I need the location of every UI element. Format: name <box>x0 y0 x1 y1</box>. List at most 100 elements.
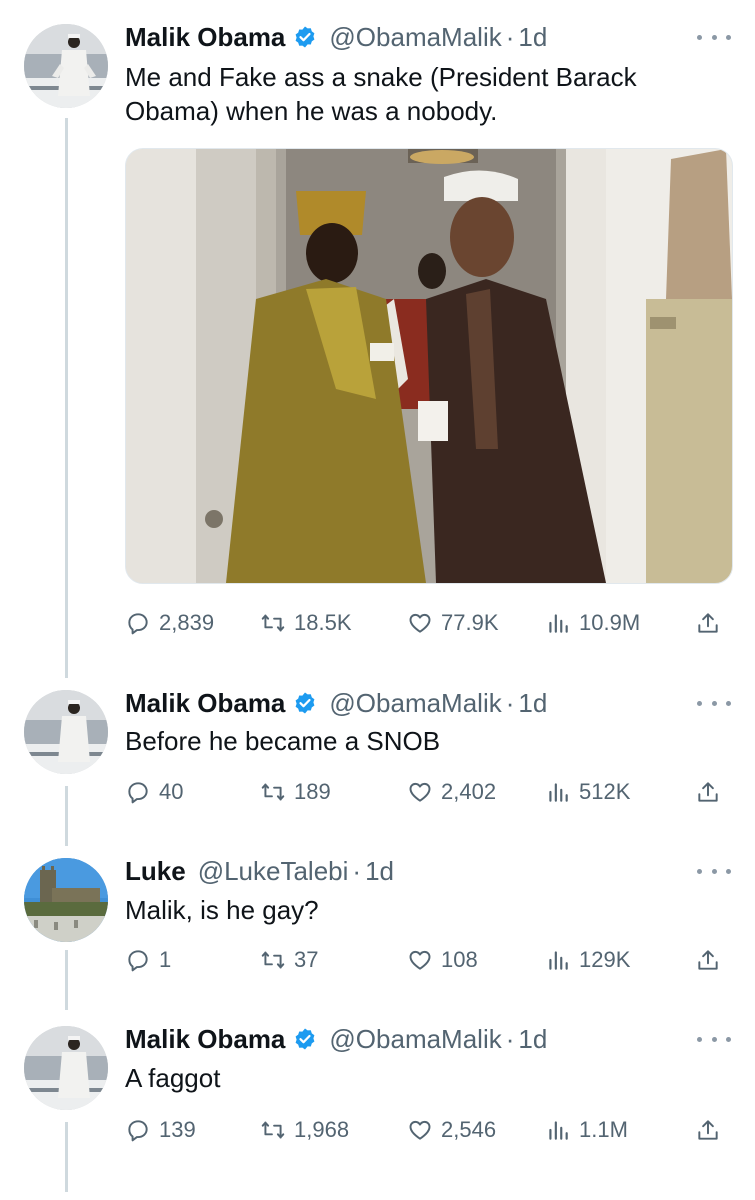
views-button[interactable]: 129K <box>545 942 630 978</box>
reply-button[interactable]: 139 <box>125 1112 196 1148</box>
retweet-icon <box>261 1121 285 1139</box>
share-button[interactable] <box>695 1112 721 1148</box>
retweet-count: 1,968 <box>294 1117 350 1142</box>
tweet-text: A faggot <box>125 1061 725 1095</box>
retweet-icon <box>261 783 285 801</box>
views-count: 129K <box>579 947 631 972</box>
share-button[interactable] <box>695 942 721 978</box>
views-button[interactable]: 512K <box>545 774 630 810</box>
tweet-text-line: Malik, is he gay? <box>125 895 319 925</box>
tweet-header: Malik Obama @ObamaMalik · 1d <box>125 1021 547 1057</box>
timestamp[interactable]: 1d <box>365 856 394 887</box>
share-icon <box>698 782 718 802</box>
more-icon[interactable] <box>697 1031 731 1047</box>
share-icon <box>698 950 718 970</box>
thread-line-2 <box>65 786 68 846</box>
views-button[interactable]: 1.1M <box>545 1112 628 1148</box>
like-count: 2,402 <box>441 779 497 804</box>
timestamp[interactable]: 1d <box>518 22 547 53</box>
like-count: 108 <box>441 947 478 972</box>
author-name[interactable]: Luke <box>125 856 186 887</box>
avatar[interactable] <box>24 1026 108 1110</box>
verified-badge-icon <box>296 1028 315 1050</box>
retweet-icon <box>261 951 285 969</box>
avatar[interactable] <box>24 690 108 774</box>
author-handle[interactable]: @ObamaMalik <box>329 22 501 53</box>
like-button[interactable]: 2,546 <box>407 1112 496 1148</box>
views-icon <box>549 951 568 970</box>
share-icon <box>698 613 718 633</box>
views-count: 512K <box>579 779 631 804</box>
share-icon <box>698 1120 718 1140</box>
reply-count: 40 <box>159 779 184 804</box>
thread-line-1 <box>65 118 68 678</box>
like-count: 77.9K <box>441 610 499 635</box>
retweet-button[interactable]: 1,968 <box>260 1112 349 1148</box>
separator-dot: · <box>505 687 515 718</box>
like-button[interactable]: 2,402 <box>407 774 496 810</box>
retweet-icon <box>261 614 285 632</box>
views-button[interactable]: 10.9M <box>545 605 640 641</box>
avatar[interactable] <box>24 24 108 108</box>
like-count: 2,546 <box>441 1117 497 1142</box>
reply-icon <box>128 613 148 635</box>
retweet-count: 189 <box>294 779 331 804</box>
author-handle[interactable]: @ObamaMalik <box>329 688 501 719</box>
verified-badge-icon <box>296 26 315 48</box>
more-icon[interactable] <box>697 29 731 45</box>
tweet-header: Malik Obama @ObamaMalik · 1d <box>125 685 547 721</box>
retweet-button[interactable]: 18.5K <box>260 605 352 641</box>
author-handle[interactable]: @ObamaMalik <box>329 1024 501 1055</box>
like-button[interactable]: 77.9K <box>407 605 499 641</box>
tweet-header: Malik Obama @ObamaMalik · 1d <box>125 19 547 55</box>
author-handle[interactable]: @LukeTalebi <box>198 856 349 887</box>
views-count: 1.1M <box>579 1117 628 1142</box>
like-icon <box>409 782 431 802</box>
reply-icon <box>128 782 148 804</box>
timestamp[interactable]: 1d <box>518 688 547 719</box>
retweet-button[interactable]: 37 <box>260 942 318 978</box>
author-name[interactable]: Malik Obama <box>125 688 285 719</box>
like-button[interactable]: 108 <box>407 942 478 978</box>
share-button[interactable] <box>695 605 721 641</box>
views-icon <box>549 1121 568 1140</box>
tweet-text-line: Me and Fake ass a snake (President Barac… <box>125 62 637 92</box>
avatar[interactable] <box>24 858 108 942</box>
reply-button[interactable]: 40 <box>125 774 183 810</box>
reply-count: 2,839 <box>159 610 215 635</box>
separator-dot: · <box>505 21 515 52</box>
author-name[interactable]: Malik Obama <box>125 1024 285 1055</box>
more-icon[interactable] <box>697 863 731 879</box>
reply-count: 1 <box>159 947 172 972</box>
reply-icon <box>128 950 148 972</box>
tweet-text-line: Obama) when he was a nobody. <box>125 96 498 126</box>
author-name[interactable]: Malik Obama <box>125 22 285 53</box>
tweet-photo[interactable] <box>125 148 733 584</box>
timestamp[interactable]: 1d <box>518 1024 547 1055</box>
thread-line-3 <box>65 950 68 1010</box>
more-icon[interactable] <box>697 695 731 711</box>
separator-dot: · <box>352 855 362 886</box>
tweet-actions: 40 189 2,402 512K <box>125 774 735 810</box>
views-icon <box>549 783 568 802</box>
retweet-button[interactable]: 189 <box>260 774 331 810</box>
like-icon <box>409 950 431 970</box>
retweet-count: 37 <box>294 947 319 972</box>
like-icon <box>409 613 431 633</box>
tweet-text-line: Before he became a SNOB <box>125 726 441 756</box>
reply-button[interactable]: 1 <box>125 942 171 978</box>
tweet-text: Before he became a SNOB <box>125 724 725 758</box>
share-button[interactable] <box>695 774 721 810</box>
reply-count: 139 <box>159 1117 196 1142</box>
verified-badge-icon <box>296 692 315 714</box>
reply-button[interactable]: 2,839 <box>125 605 214 641</box>
thread-line-4 <box>65 1122 68 1192</box>
tweet-text-line: A faggot <box>125 1063 221 1093</box>
tweet-actions: 2,839 18.5K 77.9K 10.9M <box>125 605 735 641</box>
views-icon <box>549 614 568 633</box>
reply-icon <box>128 1120 148 1142</box>
tweet-text: Me and Fake ass a snake (President Barac… <box>125 60 725 128</box>
tweet-actions: 1 37 108 129K <box>125 942 735 978</box>
views-count: 10.9M <box>579 610 641 635</box>
tweet-header: Luke @LukeTalebi · 1d <box>125 853 394 889</box>
